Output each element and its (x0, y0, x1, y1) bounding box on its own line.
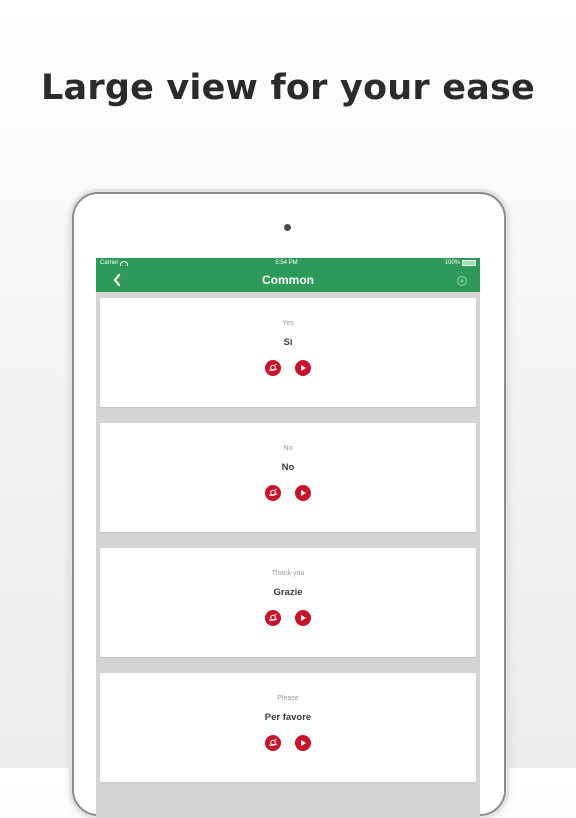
phrase-card: No No (100, 423, 476, 532)
play-icon (301, 740, 306, 746)
snail-icon (268, 363, 278, 371)
battery-percent: 100% (444, 260, 460, 266)
snail-icon (268, 738, 278, 746)
play-audio-button[interactable] (295, 735, 311, 751)
app-screen: Carrier 5:54 PM 100% Common Yes Sì No No… (96, 258, 480, 818)
italian-text: Sì (283, 337, 293, 348)
status-time: 5:54 PM (275, 260, 298, 266)
play-icon (301, 615, 306, 621)
italian-text: Grazie (273, 587, 303, 598)
back-button[interactable] (110, 272, 124, 288)
phrase-card: Yes Sì (100, 298, 476, 407)
headline: Large view for your ease (41, 68, 535, 108)
slow-audio-button[interactable] (265, 360, 281, 376)
english-text: Thank you (271, 570, 305, 577)
settings-button[interactable] (456, 274, 468, 287)
camera-dot (284, 224, 291, 231)
phrase-list: Yes Sì No No Thank you Grazie Please Per… (96, 292, 480, 782)
english-text: No (283, 445, 293, 452)
wifi-icon (120, 260, 129, 266)
tablet-frame: Carrier 5:54 PM 100% Common Yes Sì No No… (72, 192, 506, 818)
slow-audio-button[interactable] (265, 485, 281, 501)
nav-bar: Common (96, 268, 480, 292)
english-text: Please (277, 695, 299, 702)
play-icon (301, 490, 306, 496)
snail-icon (268, 488, 278, 496)
chevron-left-icon (113, 274, 121, 286)
play-audio-button[interactable] (295, 485, 311, 501)
snail-icon (268, 613, 278, 621)
italian-text: Per favore (264, 712, 312, 723)
phrase-card: Please Per favore (100, 673, 476, 782)
status-bar: Carrier 5:54 PM 100% (96, 258, 480, 268)
play-icon (301, 365, 306, 371)
slow-audio-button[interactable] (265, 735, 281, 751)
gear-icon (456, 275, 468, 287)
battery-icon (462, 260, 476, 266)
play-audio-button[interactable] (295, 360, 311, 376)
italian-text: No (281, 462, 295, 473)
play-audio-button[interactable] (295, 610, 311, 626)
phrase-card: Thank you Grazie (100, 548, 476, 657)
english-text: Yes (282, 320, 294, 327)
page-title: Common (262, 273, 314, 287)
carrier-label: Carrier (100, 260, 119, 266)
slow-audio-button[interactable] (265, 610, 281, 626)
